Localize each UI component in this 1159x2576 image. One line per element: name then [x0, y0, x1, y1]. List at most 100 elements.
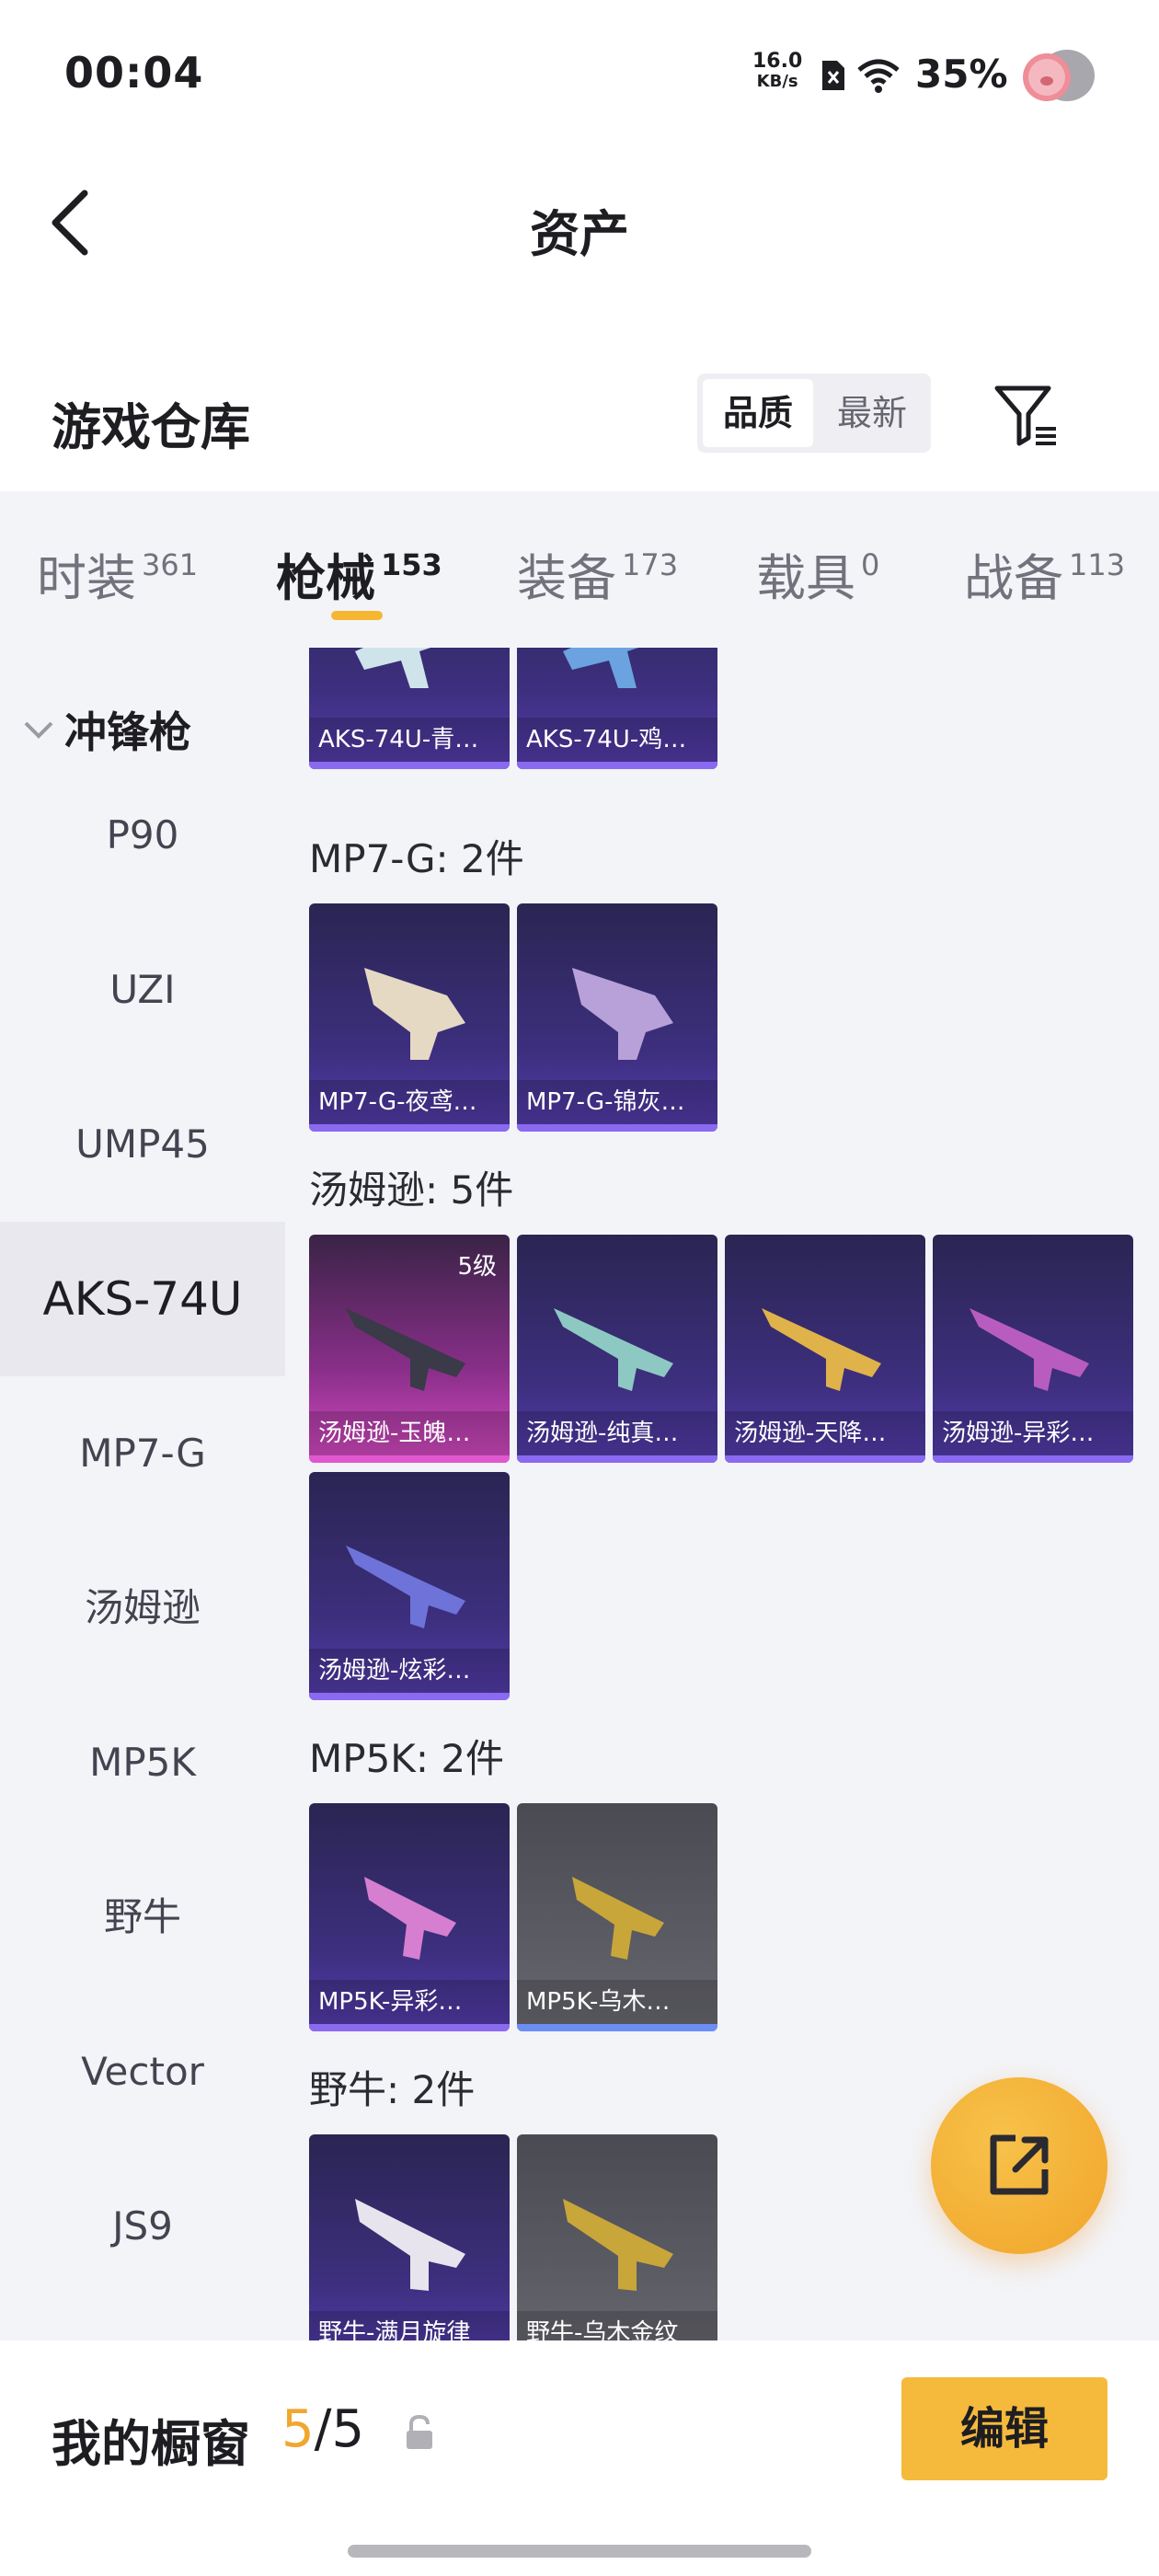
app-mascot-icon — [1023, 50, 1095, 101]
gun-image-icon — [364, 1877, 456, 1960]
weapon-card-name: 汤姆逊-炫彩… — [309, 1649, 510, 1693]
weapon-card-name: MP5K-异彩… — [309, 1980, 510, 2024]
weapon-card[interactable]: 汤姆逊-炫彩… — [309, 1472, 510, 1700]
sidebar-item-bizon[interactable]: 野牛 — [0, 1840, 285, 1995]
network-speed-value: 16.0 — [752, 50, 803, 73]
gun-image-icon — [355, 648, 430, 688]
weapon-card[interactable]: 汤姆逊-异彩… — [933, 1235, 1133, 1463]
tab-fashion[interactable]: 时装 361 — [37, 537, 198, 610]
edit-button[interactable]: 编辑 — [901, 2377, 1107, 2480]
group-label: 野牛: 2件 — [309, 2067, 476, 2112]
sim-icon — [822, 61, 844, 90]
sort-quality-button[interactable]: 品质 — [703, 379, 813, 447]
filter-icon[interactable] — [992, 381, 1060, 449]
weapon-card[interactable]: 野牛-满月旋律 — [309, 2134, 510, 2340]
weapon-card-name: MP7-G-夜鸢… — [309, 1080, 510, 1124]
gun-image-icon — [563, 2199, 673, 2291]
sidebar-item-aks74u[interactable]: AKS-74U — [0, 1222, 285, 1376]
weapon-card-name: 汤姆逊-异彩… — [933, 1411, 1133, 1455]
share-button[interactable] — [931, 2077, 1107, 2254]
showcase-label: 我的橱窗 — [52, 2415, 250, 2473]
gun-image-icon — [346, 1546, 465, 1628]
weapon-card[interactable]: 野牛-乌木金纹 — [517, 2134, 717, 2340]
tab-guns[interactable]: 枪械 153 — [276, 537, 442, 610]
sidebar-item-mp7g[interactable]: MP7-G — [0, 1376, 285, 1531]
weapon-card[interactable]: AKS-74U-鸡… — [517, 648, 717, 769]
tab-vehicles[interactable]: 载具 0 — [756, 537, 879, 610]
tab-label: 枪械 — [276, 549, 375, 607]
weapon-card-name: 野牛-乌木金纹 — [517, 2311, 717, 2340]
category-tabs: 时装 361 枪械 153 装备 173 载具 0 战备 113 — [0, 491, 1159, 648]
group-label: MP5K: 2件 — [309, 1736, 505, 1781]
sidebar-category-header[interactable]: 冲锋枪 — [20, 699, 191, 760]
tab-count: 361 — [142, 547, 199, 582]
gun-image-icon — [572, 1877, 664, 1960]
gun-image-icon — [346, 1308, 465, 1391]
weapon-card[interactable]: 汤姆逊-天降… — [725, 1235, 925, 1463]
weapon-card[interactable]: MP7-G-夜鸢… — [309, 903, 510, 1132]
sidebar-item-ump45[interactable]: UMP45 — [0, 1067, 285, 1222]
tab-supplies[interactable]: 战备 113 — [964, 537, 1125, 610]
sort-segmented-control: 品质 最新 — [697, 374, 931, 453]
home-indicator[interactable] — [348, 2545, 811, 2558]
weapon-card-name: AKS-74U-鸡… — [517, 718, 717, 762]
sort-newest-button[interactable]: 最新 — [817, 379, 927, 447]
network-speed: 16.0 KB/s — [752, 52, 802, 92]
weapon-card[interactable]: MP7-G-锦灰… — [517, 903, 717, 1132]
sidebar-item-uzi[interactable]: UZI — [0, 913, 285, 1067]
weapon-card[interactable]: MP5K-乌木… — [517, 1803, 717, 2031]
tab-label: 装备 — [517, 549, 616, 607]
sidebar-item-vector[interactable]: Vector — [0, 1995, 285, 2149]
sidebar-item-mp5k[interactable]: MP5K — [0, 1685, 285, 1840]
showcase-bar: 我的橱窗 5/5 编辑 — [0, 2340, 1159, 2576]
weapon-card-name: MP7-G-锦灰… — [517, 1080, 717, 1124]
weapon-card-name: 野牛-满月旋律 — [309, 2311, 510, 2340]
gun-image-icon — [364, 968, 465, 1060]
weapon-card-name: 汤姆逊-天降… — [725, 1411, 925, 1455]
gun-image-icon — [554, 1308, 673, 1391]
page-title: 资产 — [530, 205, 629, 263]
tab-equipment[interactable]: 装备 173 — [517, 537, 678, 610]
share-export-icon — [990, 2134, 1049, 2195]
weapon-card[interactable]: AKS-74U-青… — [309, 648, 510, 769]
active-tab-indicator — [331, 611, 383, 620]
sidebar-item-thompson[interactable]: 汤姆逊 — [0, 1531, 285, 1685]
weapon-card-name: 汤姆逊-玉魄… — [309, 1411, 510, 1455]
gun-image-icon — [970, 1308, 1089, 1391]
chevron-down-icon — [24, 721, 53, 739]
weapon-card[interactable]: 5级 汤姆逊-玉魄… — [309, 1235, 510, 1463]
lock-icon — [407, 2414, 432, 2449]
battery-level: 35% — [915, 52, 1008, 97]
status-bar: 00:04 16.0 KB/s 35% — [0, 0, 1159, 147]
tab-count: 0 — [861, 547, 880, 582]
network-speed-unit: KB/s — [756, 72, 798, 91]
weapon-sidebar: 冲锋枪 P90 UZI UMP45 AKS-74U MP7-G 汤姆逊 MP5K… — [0, 648, 285, 2340]
gun-image-icon — [762, 1308, 881, 1391]
group-label: MP7-G: 2件 — [309, 836, 524, 881]
tab-label: 战备 — [964, 549, 1063, 607]
gun-image-icon — [572, 968, 673, 1060]
sidebar-item-js9[interactable]: JS9 — [0, 2149, 285, 2304]
weapon-card-name: AKS-74U-青… — [309, 718, 510, 762]
status-time: 00:04 — [64, 48, 204, 98]
weapon-card-name: 汤姆逊-纯真… — [517, 1411, 717, 1455]
showcase-count: 5/5 — [281, 2399, 364, 2459]
tab-count: 153 — [381, 547, 442, 582]
gun-image-icon — [355, 2199, 465, 2291]
weapon-card-name: MP5K-乌木… — [517, 1980, 717, 2024]
tab-label: 载具 — [756, 549, 855, 607]
weapon-card[interactable]: 汤姆逊-纯真… — [517, 1235, 717, 1463]
group-label: 汤姆逊: 5件 — [309, 1167, 514, 1213]
showcase-total: 5 — [331, 2399, 365, 2459]
sidebar-category-label: 冲锋枪 — [64, 707, 191, 757]
warehouse-title: 游戏仓库 — [52, 398, 250, 456]
wifi-icon — [857, 59, 900, 93]
tab-count: 173 — [622, 547, 679, 582]
showcase-current: 5 — [281, 2399, 315, 2459]
tab-label: 时装 — [37, 549, 136, 607]
gun-image-icon — [563, 648, 638, 688]
tab-count: 113 — [1069, 547, 1126, 582]
sidebar-item-p90[interactable]: P90 — [0, 758, 285, 913]
showcase-separator: / — [314, 2399, 332, 2459]
weapon-card[interactable]: MP5K-异彩… — [309, 1803, 510, 2031]
